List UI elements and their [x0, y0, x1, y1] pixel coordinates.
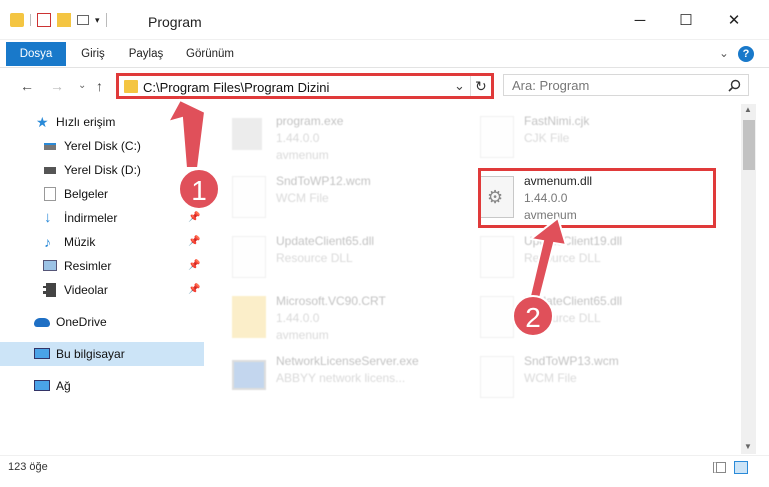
- details-view-icon[interactable]: [713, 462, 726, 473]
- step-badge-2: 2: [512, 295, 554, 337]
- status-bar: 123 öğe: [0, 455, 769, 487]
- step-badge-1: 1: [178, 168, 220, 210]
- item-count: 123 öğe: [8, 461, 48, 473]
- tiles-view-icon[interactable]: [734, 461, 748, 474]
- annotation-arrows: [165, 98, 568, 300]
- arrow-2: [528, 216, 568, 300]
- arrow-1: [165, 98, 207, 169]
